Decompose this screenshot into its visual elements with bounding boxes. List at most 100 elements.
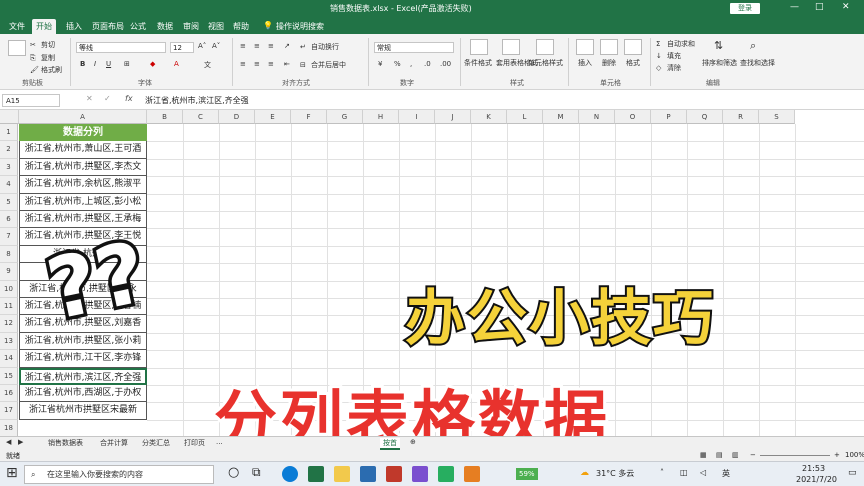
data-cell[interactable]: 浙江省,杭州市,上城区,彭小松 [19,193,147,211]
find-icon[interactable]: ⌕ [750,39,756,53]
align-left-icon[interactable]: ≡ [240,60,246,68]
tell-me-search[interactable]: 操作说明搜索 [276,21,324,32]
sheet-tab[interactable]: 销售数据表 [48,438,83,448]
data-cell[interactable]: 浙江省,杭州市,西湖区,于办权 [19,385,147,403]
data-cell[interactable]: 浙江省,杭州市,拱墅区,李杰文 [19,158,147,177]
italic-icon[interactable]: I [94,60,96,68]
column-header[interactable]: P [651,110,687,124]
data-cell[interactable]: 浙江省,杭州市,萧山区,王可酒 [19,141,147,159]
cancel-icon[interactable]: ✕ [86,94,93,103]
tab-help[interactable]: 帮助 [233,21,249,32]
row-header[interactable]: 14 [0,350,18,368]
font-size-select[interactable]: 12 [170,42,194,53]
maximize-icon[interactable]: □ [815,2,824,12]
wrap-text-button[interactable]: ↵ 自动换行 [300,42,339,52]
orientation-icon[interactable]: ↗ [284,42,290,50]
indent-icon[interactable]: ⇤ [284,60,290,68]
page-break-icon[interactable]: ▥ [732,451,739,459]
tab-view[interactable]: 视图 [208,21,224,32]
tab-data[interactable]: 数据 [157,21,173,32]
tab-formulas[interactable]: 公式 [130,21,146,32]
close-icon[interactable]: ✕ [842,2,850,12]
conditional-format-button[interactable]: 条件格式 [464,58,492,68]
app-icon[interactable] [438,466,454,482]
tab-home[interactable]: 开始 [32,19,56,34]
minimize-icon[interactable]: — [790,2,799,12]
name-box[interactable]: A15 [2,94,60,107]
find-select-button[interactable]: 查找和选择 [740,58,775,68]
normal-view-icon[interactable]: ▦ [700,451,707,459]
row-header[interactable]: 17 [0,402,18,420]
paste-icon[interactable] [8,40,26,56]
windows-start-icon[interactable]: ⊞ [6,465,18,481]
row-header[interactable]: 13 [0,332,18,351]
underline-icon[interactable]: U [106,60,111,68]
input-language[interactable]: 英 [722,468,730,479]
currency-icon[interactable]: ¥ [378,60,382,68]
phonetic-icon[interactable]: 文 [204,60,211,70]
row-header[interactable]: 3 [0,158,18,177]
app-icon[interactable] [386,466,402,482]
align-center-icon[interactable]: ≡ [254,60,260,68]
tray-arrow-icon[interactable]: ˄ [660,468,664,477]
column-header[interactable]: I [399,110,435,124]
sheet-tab[interactable]: 分类汇总 [142,438,170,448]
sheet-nav-next[interactable]: ▶ [18,438,23,446]
zoom-out-icon[interactable]: − [750,451,756,459]
sheet-tab-more[interactable]: ... [216,438,223,446]
tab-insert[interactable]: 插入 [66,21,82,32]
column-header[interactable]: A [19,110,147,124]
format-cells-button[interactable]: 格式 [626,58,640,68]
formula-input[interactable]: 浙江省,杭州市,滨江区,齐全强 [145,95,249,106]
column-header[interactable]: G [327,110,363,124]
column-header[interactable]: D [219,110,255,124]
row-header[interactable]: 16 [0,385,18,403]
zoom-in-icon[interactable]: + [834,451,840,459]
task-view-icon[interactable]: ⧉ [252,465,261,480]
conditional-format-icon[interactable] [470,39,488,55]
column-header[interactable]: R [723,110,759,124]
data-cell[interactable]: 浙江省,杭州市,江干区,李亦锋 [19,350,147,368]
data-cell[interactable]: 浙江省,杭州市,余杭区,熊淑平 [19,176,147,194]
row-header[interactable]: 6 [0,211,18,229]
insert-cells-icon[interactable] [576,39,594,55]
align-right-icon[interactable]: ≡ [268,60,274,68]
row-header[interactable]: 15 [0,367,18,385]
tab-review[interactable]: 审阅 [183,21,199,32]
shrink-font-icon[interactable]: A˅ [212,42,220,50]
column-header[interactable]: M [543,110,579,124]
tab-file[interactable]: 文件 [9,21,25,32]
confirm-icon[interactable]: ✓ [104,94,111,103]
row-header[interactable]: 5 [0,193,18,211]
row-header[interactable]: 18 [0,419,18,436]
table-format-icon[interactable] [502,39,520,55]
fill-color-icon[interactable]: ◆ [150,60,155,68]
data-cell[interactable]: 浙江省,杭州市,滨江区,齐全强 [19,367,147,385]
sheet-tab-active[interactable]: 按首 [380,438,400,450]
sheet-tab[interactable]: 合并计算 [100,438,128,448]
insert-function-icon[interactable]: fx [125,94,133,103]
zoom-slider[interactable] [760,455,830,456]
delete-cells-button[interactable]: 删除 [602,58,616,68]
column-header[interactable]: N [579,110,615,124]
store-icon[interactable] [360,466,376,482]
add-sheet-icon[interactable]: ⊕ [410,438,416,446]
column-header[interactable]: Q [687,110,723,124]
file-explorer-icon[interactable] [334,466,350,482]
data-cell[interactable]: 浙江省杭州市拱墅区宋最新 [19,402,147,420]
column-header[interactable]: E [255,110,291,124]
header-cell[interactable]: 数据分列 [19,124,147,141]
data-cell[interactable]: 浙江省,杭州市,拱墅区,张小莉 [19,332,147,351]
column-header[interactable]: S [759,110,795,124]
sort-filter-button[interactable]: 排序和筛选 [702,58,737,68]
select-all[interactable] [0,110,19,124]
column-header[interactable]: L [507,110,543,124]
row-header[interactable]: 9 [0,263,18,281]
clock-date[interactable]: 2021/7/20 [796,475,837,484]
increase-decimal-icon[interactable]: .0 [424,60,431,68]
network-icon[interactable]: ◫ [680,468,688,477]
sort-filter-icon[interactable]: ⇅ [714,39,723,52]
grow-font-icon[interactable]: A˄ [198,42,206,50]
percent-icon[interactable]: % [394,60,401,68]
row-header[interactable]: 2 [0,141,18,159]
